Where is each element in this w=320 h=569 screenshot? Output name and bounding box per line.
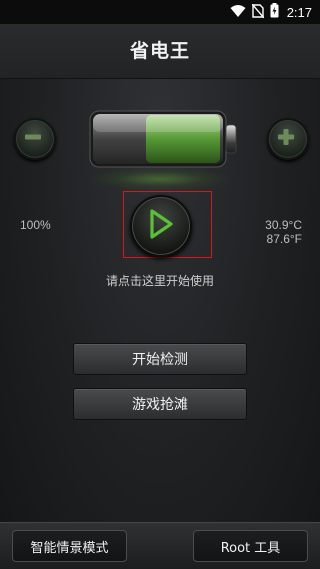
minus-icon xyxy=(25,134,41,140)
plus-icon xyxy=(278,129,294,145)
battery-glow xyxy=(90,168,230,190)
temperature-readout: 30.9°C 87.6°F xyxy=(265,218,302,246)
start-hint: 请点击这里开始使用 xyxy=(105,274,214,288)
play-button[interactable] xyxy=(130,195,192,257)
game-rush-button[interactable]: 游戏抢滩 xyxy=(73,388,247,420)
temperature-celsius: 30.9°C xyxy=(265,218,302,232)
play-icon xyxy=(150,209,173,239)
status-icons: 2:17 xyxy=(230,2,312,22)
status-time: 2:17 xyxy=(286,4,312,20)
battery-level: 100% xyxy=(20,218,51,232)
battery-graphic xyxy=(88,105,240,177)
no-sim-icon xyxy=(251,3,265,22)
start-detect-button[interactable]: 开始检测 xyxy=(73,343,247,375)
root-tools-button[interactable]: Root 工具 xyxy=(193,530,308,562)
app-title: 省电王 xyxy=(129,40,190,62)
bottom-bar: 智能情景模式 Root 工具 xyxy=(0,522,320,569)
smart-mode-button[interactable]: 智能情景模式 xyxy=(12,530,127,562)
title-bar: 省电王 xyxy=(0,24,320,79)
temperature-fahrenheit: 87.6°F xyxy=(266,232,302,246)
increase-button[interactable] xyxy=(267,118,309,160)
status-bar: 2:17 xyxy=(0,0,320,24)
wifi-icon xyxy=(230,3,246,22)
decrease-button[interactable] xyxy=(14,118,56,160)
battery-charging-icon xyxy=(270,2,279,22)
